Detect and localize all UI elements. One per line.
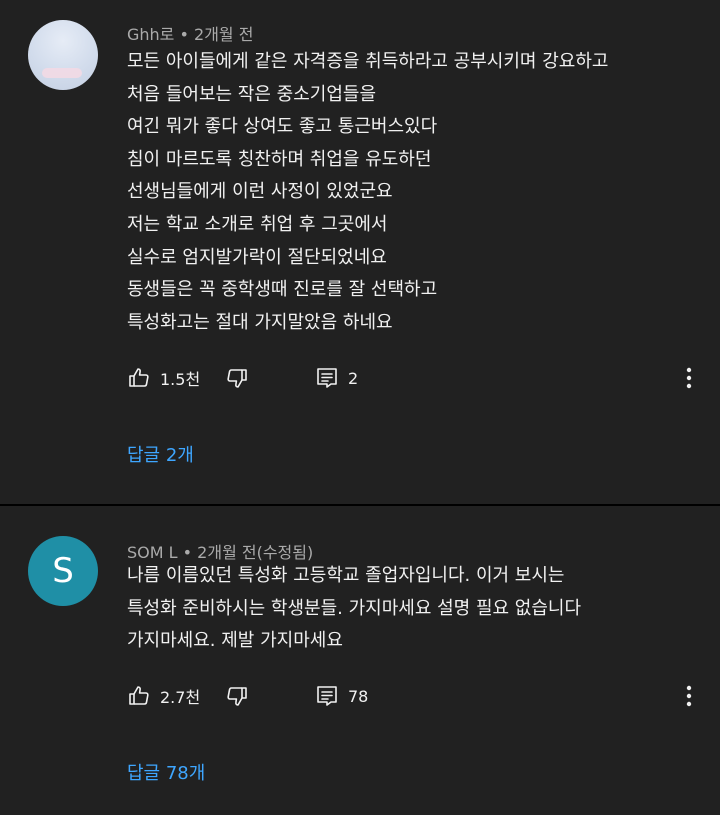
like-button[interactable]: 1.5천	[127, 363, 200, 393]
thumbs-up-icon	[127, 684, 151, 708]
comment-header: Ghh로 • 2개월 전	[127, 21, 253, 45]
comment-line: 처음 들어보는 작은 중소기업들을	[127, 83, 377, 105]
comment-line: 실수로 엄지발가락이 절단되었네요	[127, 246, 387, 268]
comment-line: 여긴 뭐가 좋다 상여도 좋고 통근버스있다	[127, 116, 438, 138]
reply-count: 78	[348, 686, 369, 706]
view-replies-button[interactable]: 답글 2개	[127, 441, 194, 467]
comment-actions: 1.5천 2	[127, 363, 707, 393]
reply-count: 2	[348, 368, 359, 388]
dislike-button[interactable]	[225, 681, 249, 711]
comment-line: 선생님들에게 이런 사정이 있었군요	[127, 181, 393, 203]
reply-button[interactable]: 78	[315, 681, 368, 711]
comment-line: 동생들은 꼭 중학생때 진로를 잘 선택하고	[127, 279, 438, 301]
more-vertical-icon	[686, 685, 692, 707]
avatar[interactable]: S	[28, 536, 98, 606]
comment-line: 특성화 준비하시는 학생분들. 가지마세요 설명 필요 없습니다	[127, 597, 582, 619]
like-count: 1.5천	[160, 370, 201, 389]
author-name[interactable]: Ghh로	[127, 25, 174, 44]
comment-text: 나름 이름있던 특성화 고등학교 졸업자입니다. 이거 보시는 특성화 준비하시…	[127, 560, 707, 658]
more-vertical-icon	[686, 367, 692, 389]
thumbs-down-icon	[225, 684, 249, 708]
comment-line: 저는 학교 소개로 취업 후 그곳에서	[127, 213, 388, 235]
thumbs-down-icon	[225, 366, 249, 390]
like-count: 2.7천	[160, 688, 201, 707]
comment-text: 모든 아이들에게 같은 자격증을 취득하라고 공부시키며 강요하고 처음 들어보…	[127, 46, 707, 339]
comment-line: 가지마세요. 제발 가지마세요	[127, 630, 343, 652]
more-options-button[interactable]	[679, 363, 699, 393]
comment-line: 모든 아이들에게 같은 자격증을 취득하라고 공부시키며 강요하고	[127, 51, 609, 72]
comment-thread: S SOM L • 2개월 전(수정됨) 나름 이름있던 특성화 고등학교 졸업…	[0, 506, 720, 815]
comment-line: 나름 이름있던 특성화 고등학교 졸업자입니다. 이거 보시는	[127, 565, 565, 586]
more-options-button[interactable]	[679, 681, 699, 711]
view-replies-button[interactable]: 답글 78개	[127, 759, 205, 785]
avatar-image	[42, 68, 82, 78]
dislike-button[interactable]	[225, 363, 249, 393]
avatar[interactable]	[28, 20, 98, 90]
reply-button[interactable]: 2	[315, 363, 358, 393]
comment-thread: Ghh로 • 2개월 전 모든 아이들에게 같은 자격증을 취득하라고 공부시키…	[0, 0, 720, 504]
comment-actions: 2.7천 78	[127, 681, 707, 711]
like-button[interactable]: 2.7천	[127, 681, 200, 711]
comment-icon	[315, 684, 339, 708]
meta-separator: •	[174, 25, 195, 44]
comment-time[interactable]: 2개월 전	[194, 25, 253, 44]
comment-icon	[315, 366, 339, 390]
comment-line: 특성화고는 절대 가지말았음 하네요	[127, 311, 393, 333]
thumbs-up-icon	[127, 366, 151, 390]
comment-line: 침이 마르도록 칭찬하며 취업을 유도하던	[127, 148, 432, 170]
